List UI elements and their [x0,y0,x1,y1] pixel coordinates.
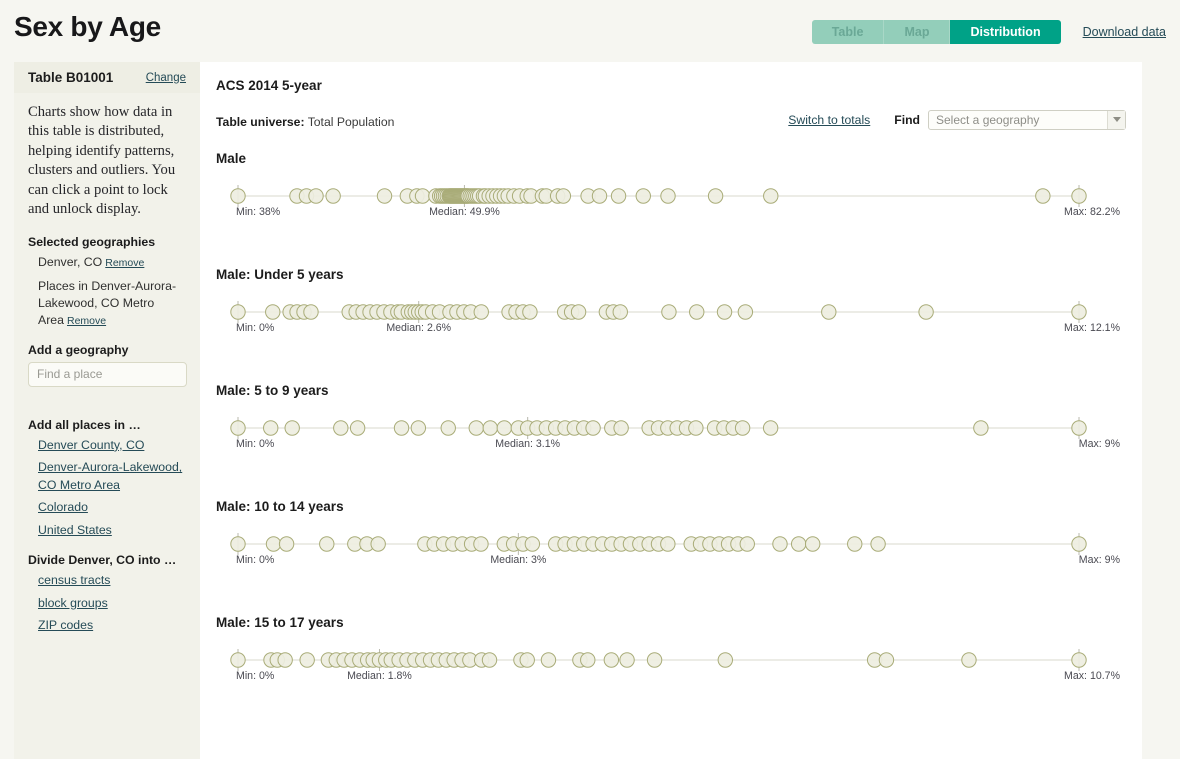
chart-title: Male: 15 to 17 years [216,615,344,630]
sidebar-link-colorado[interactable]: Colorado [38,499,186,516]
chart-title: Male: 5 to 9 years [216,383,329,398]
chart-block: Male: 5 to 9 years Min: 0% Median: 3.1% Max… [216,383,1126,456]
tab-table[interactable]: Table [811,20,885,44]
chart-block: Male: Under 5 years Min: 0% Median: 2.6% Ma… [216,267,1126,340]
remove-geography-link[interactable]: Remove [105,257,144,269]
sidebar-body: Charts show how data in this table is di… [14,93,200,634]
add-all-places-section: Add all places in … Denver County, CO De… [28,418,186,539]
page-right-margin [1142,55,1180,759]
list-item: Denver, CO Remove [28,254,186,271]
sidebar: Table B01001 Change Charts show how data… [14,62,200,759]
chart-block: Male: 10 to 14 years Min: 0% Median: 3% Max… [216,499,1126,572]
chart-max-label: Max: 9% [1078,554,1120,566]
chart-plot[interactable]: Min: 38% Median: 49.9% Max: 82.2% [216,184,1126,224]
sidebar-link-census-tracts[interactable]: census tracts [38,572,186,589]
chart-min-label: Min: 0% [236,438,275,450]
add-geography-section: Add a geography [28,342,187,404]
chart-median-label: Median: 2.6% [386,322,452,334]
chart-max-label: Max: 9% [1078,438,1120,450]
add-geography-title: Add a geography [28,342,129,357]
distribution-charts: Male Min: 38% Median: 49.9% Max: 82.2% Male:… [216,151,1126,688]
sidebar-link-denver-metro[interactable]: Denver-Aurora-Lakewood, CO Metro Area [38,459,186,494]
header-actions: Table Map Distribution Download data [811,20,1166,44]
meta-bar-controls: Switch to totals Find Select a geography [788,110,1126,130]
chart-min-label: Min: 0% [236,670,275,682]
geography-select-value: Select a geography [936,113,1040,127]
content-area: Table B01001 Change Charts show how data… [0,55,1180,759]
divide-title: Divide Denver, CO into … [28,553,177,568]
chart-max-label: Max: 12.1% [1064,322,1120,334]
chart-min-label: Min: 0% [236,322,275,334]
selected-geographies-title: Selected geographies [28,235,156,250]
chart-median-label: Median: 49.9% [429,206,500,218]
chart-title: Male: Under 5 years [216,267,344,282]
chart-plot[interactable]: Min: 0% Median: 3% Max: 9% [216,532,1126,572]
selected-geographies-section: Selected geographies Denver, CO Remove Pl… [28,235,186,328]
selected-geographies-list: Denver, CO Remove Places in Denver-Aurora… [28,254,186,328]
chart-max-label: Max: 10.7% [1064,670,1120,682]
main-panel: ACS 2014 5-year Table universe: Total Po… [200,62,1142,759]
chart-plot[interactable]: Min: 0% Median: 2.6% Max: 12.1% [216,300,1126,340]
sidebar-intro-text: Charts show how data in this table is di… [28,104,176,218]
find-label: Find [894,113,920,127]
geography-name: Denver, CO [38,255,103,270]
view-mode-tabs: Table Map Distribution [811,20,1061,44]
chart-min-label: Min: 0% [236,554,275,566]
chart-median-label: Median: 3.1% [495,438,561,450]
chart-block: Male Min: 38% Median: 49.9% Max: 82.2% [216,151,1126,224]
table-meta-bar: Table universe: Total Population Switch … [216,110,1126,135]
find-a-place-input[interactable] [28,361,187,387]
geography-select[interactable]: Select a geography [928,110,1126,130]
sidebar-link-denver-county[interactable]: Denver County, CO [38,437,186,454]
change-table-link[interactable]: Change [146,72,186,84]
chart-block: Male: 15 to 17 years Min: 0% Median: 1.8% M… [216,615,1126,688]
divide-links: census tracts block groups ZIP codes [28,572,186,634]
tab-distribution[interactable]: Distribution [950,20,1061,44]
add-all-places-title: Add all places in … [28,417,141,432]
chevron-down-icon[interactable] [1107,111,1125,129]
switch-to-totals-link[interactable]: Switch to totals [788,113,870,127]
table-universe: Table universe: Total Population [216,115,394,129]
download-data-link[interactable]: Download data [1083,25,1166,39]
sidebar-link-block-groups[interactable]: block groups [38,595,186,612]
geography-name: Places in Denver-Aurora-Lakewood, CO Met… [38,279,177,327]
chart-title: Male [216,151,247,166]
sidebar-link-united-states[interactable]: United States [38,522,186,539]
chart-plot[interactable]: Min: 0% Median: 1.8% Max: 10.7% [216,648,1126,688]
chart-median-label: Median: 1.8% [347,670,412,682]
sidebar-table-name: Table B01001 [28,70,114,85]
chart-max-label: Max: 82.2% [1064,206,1120,218]
page-title: Sex by Age [14,11,161,42]
page-header: Sex by Age Table Map Distribution Downlo… [0,0,1180,55]
release-title: ACS 2014 5-year [216,78,322,93]
chart-plot[interactable]: Min: 0% Median: 3.1% Max: 9% [216,416,1126,456]
divide-section: Divide Denver, CO into … census tracts b… [28,553,186,634]
chart-title: Male: 10 to 14 years [216,499,344,514]
remove-geography-link[interactable]: Remove [67,315,106,327]
chart-median-label: Median: 3% [490,554,547,566]
table-universe-label: Table universe: [216,115,305,129]
tab-map[interactable]: Map [884,20,951,44]
sidebar-header: Table B01001 Change [14,62,200,93]
sidebar-link-zip-codes[interactable]: ZIP codes [38,617,186,634]
table-universe-value: Total Population [307,115,395,129]
add-all-places-links: Denver County, CO Denver-Aurora-Lakewood… [28,437,186,539]
chart-min-label: Min: 38% [236,206,281,218]
list-item: Places in Denver-Aurora-Lakewood, CO Met… [28,278,186,329]
